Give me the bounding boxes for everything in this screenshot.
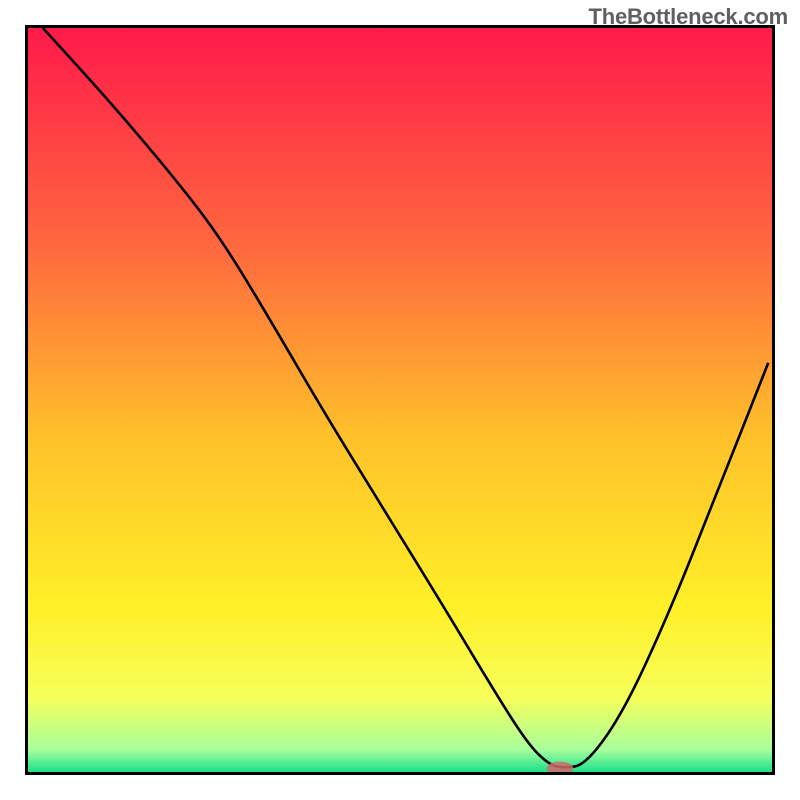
bottleneck-curve [43, 28, 768, 767]
chart-frame [25, 25, 775, 775]
chart-svg [28, 28, 772, 772]
watermark-text: TheBottleneck.com [588, 4, 788, 30]
